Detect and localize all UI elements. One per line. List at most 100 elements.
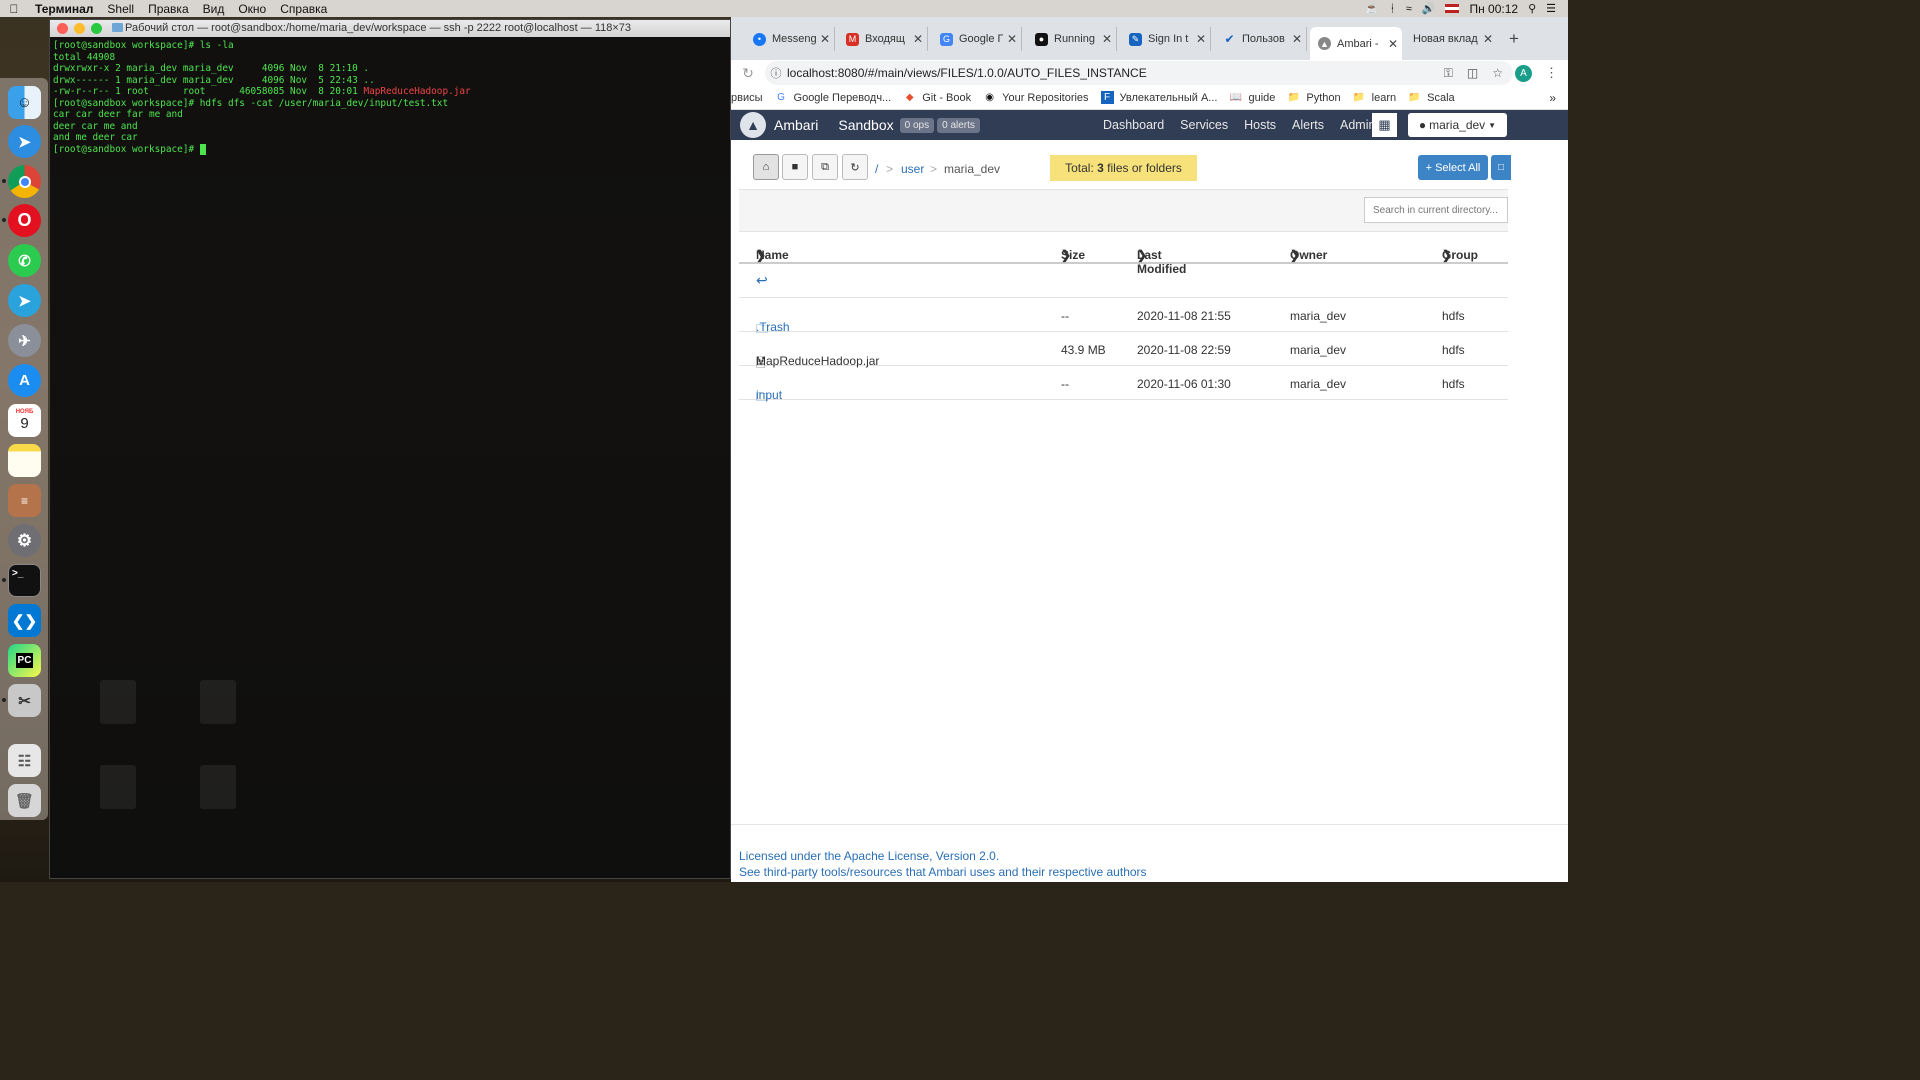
terminal-output[interactable]: [root@sandbox workspace]# ls -la total 44… [50, 37, 730, 158]
apple-icon[interactable]:  [0, 2, 28, 16]
bookmark-star-icon[interactable]: ☆ [1492, 66, 1503, 81]
minimize-window-icon[interactable] [74, 23, 85, 34]
delete-button[interactable]: ■ [782, 154, 808, 180]
terminal-prompt-line[interactable]: [root@sandbox workspace]# [53, 143, 727, 156]
chrome-icon[interactable] [8, 165, 41, 198]
views-grid-icon[interactable]: ▦ [1372, 113, 1397, 137]
site-info-icon[interactable]: ⓘ [765, 65, 787, 81]
nav-hosts[interactable]: Hosts [1244, 118, 1276, 132]
bookmark-fascinating[interactable]: F Увлекательный А... [1100, 91, 1217, 104]
search-icon[interactable]: ⚲ [1528, 2, 1536, 15]
nav-admin[interactable]: Admin [1340, 118, 1375, 132]
user-menu-button[interactable]: ● maria_dev ▼ [1408, 113, 1507, 137]
home-button[interactable]: ⌂ [753, 154, 779, 180]
terminal-titlebar[interactable]: Рабочий стол — root@sandbox:/home/maria_… [50, 20, 730, 37]
ambari-brand[interactable]: Ambari [774, 117, 818, 133]
tab-sign-in[interactable]: ✎ Sign In t ✕ [1121, 27, 1211, 51]
url-field[interactable]: ⓘ localhost:8080/#/main/views/FILES/1.0.… [765, 61, 1513, 85]
bookmarks-overflow-icon[interactable]: » [1549, 91, 1556, 105]
volume-icon[interactable]: 🔊 [1422, 2, 1436, 15]
parent-directory-row[interactable]: ↩ [739, 264, 1508, 298]
close-icon[interactable]: ✕ [909, 32, 927, 46]
table-row[interactable]: 🗎 MapReduceHadoop.jar 43.9 MB 2020-11-08 … [739, 332, 1508, 370]
bookmark-google-translate[interactable]: G Google Переводч... [775, 91, 891, 104]
opera-icon[interactable]: O [8, 204, 41, 237]
translate-icon[interactable]: ◫ [1467, 66, 1478, 81]
new-tab-button[interactable]: + [1509, 29, 1519, 49]
close-icon[interactable]: ✕ [1098, 32, 1116, 46]
tab-messenger[interactable]: • Messeng ✕ [745, 27, 835, 51]
nav-alerts[interactable]: Alerts [1292, 118, 1324, 132]
menu-window[interactable]: Окно [231, 2, 273, 16]
close-icon[interactable]: ✕ [1384, 37, 1402, 51]
tab-running[interactable]: ● Running ✕ [1027, 27, 1117, 51]
menubar-clock[interactable]: Пн 00:12 [1469, 2, 1518, 16]
tab-inbox[interactable]: M Входящ ✕ [838, 27, 928, 51]
breadcrumb-root[interactable]: / [875, 162, 878, 176]
system-preferences-icon[interactable]: ⚙ [8, 524, 41, 557]
finder-icon[interactable]: ☺ [8, 86, 41, 119]
reload-icon[interactable]: ↻ [731, 65, 765, 82]
bookmark-git-book[interactable]: ◆ Git - Book [903, 91, 971, 104]
browser-window[interactable]: • Messeng ✕ M Входящ ✕ G Google П ✕ ● Running ✕ … [731, 17, 1568, 882]
terminal-window[interactable]: Рабочий стол — root@sandbox:/home/maria_… [49, 19, 731, 879]
ops-badge[interactable]: 0 ops [899, 117, 935, 133]
more-menu-icon[interactable]: ⋮ [1545, 65, 1558, 81]
license-link[interactable]: Licensed under the Apache License, Versi… [739, 848, 1147, 864]
vscode-icon[interactable]: ❮❯ [8, 604, 41, 637]
telegram-icon[interactable]: ➤ [8, 284, 41, 317]
menu-app[interactable]: Терминал [28, 2, 100, 16]
tab-users[interactable]: ✔ Пользов ✕ [1215, 27, 1307, 51]
close-window-icon[interactable] [57, 23, 68, 34]
notes-icon[interactable] [8, 444, 41, 477]
cluster-name[interactable]: Sandbox [838, 117, 893, 133]
coffee-icon[interactable]: ☕ [1365, 2, 1379, 15]
zoom-window-icon[interactable] [91, 23, 102, 34]
trash-icon[interactable]: 🗑 [8, 784, 41, 817]
menu-shell[interactable]: Shell [100, 2, 141, 16]
nav-dashboard[interactable]: Dashboard [1103, 118, 1164, 132]
copy-button[interactable]: ⧉ [812, 154, 838, 180]
close-icon[interactable]: ✕ [1288, 32, 1306, 46]
select-all-button[interactable]: + Select All [1418, 155, 1488, 180]
nav-services[interactable]: Services [1180, 118, 1228, 132]
table-row[interactable]: 🗀 input -- 2020-11-06 01:30 maria_dev hdf… [739, 366, 1508, 404]
control-center-icon[interactable]: ☰ [1546, 2, 1556, 15]
close-icon[interactable]: ✕ [1479, 32, 1497, 46]
app-store-icon[interactable]: A [8, 364, 41, 397]
flag-icon[interactable] [1445, 4, 1460, 13]
downloads-stack-icon[interactable]: ☷ [8, 744, 41, 777]
bluetooth-icon[interactable]: ᛂ [1389, 3, 1396, 15]
menu-help[interactable]: Справка [273, 2, 334, 16]
bookmark-learn[interactable]: 📁 learn [1353, 91, 1396, 104]
close-icon[interactable]: ✕ [1192, 32, 1210, 46]
back-arrow-icon[interactable]: ↩ [756, 272, 768, 289]
refresh-button[interactable]: ↻ [842, 154, 868, 180]
calculator-icon[interactable]: ≡ [8, 484, 41, 517]
key-icon[interactable]: ⚿ [1444, 66, 1453, 81]
bookmark-repositories[interactable]: ◉ Your Repositories [983, 91, 1088, 104]
bookmark-services[interactable]: рвисы [731, 92, 763, 104]
whatsapp-icon[interactable]: ✆ [8, 244, 41, 277]
tab-google-translate[interactable]: G Google П ✕ [932, 27, 1022, 51]
launchpad-icon[interactable]: ✈ [8, 324, 41, 357]
terminal-icon[interactable]: >_ [8, 564, 41, 597]
menu-edit[interactable]: Правка [141, 2, 196, 16]
profile-avatar[interactable]: A [1515, 64, 1532, 82]
wifi-icon[interactable]: ≈ [1406, 3, 1412, 15]
bookmark-guide[interactable]: 📖 guide [1229, 91, 1276, 104]
close-icon[interactable]: ✕ [816, 32, 834, 46]
safari-icon[interactable]: ➤ [8, 125, 41, 158]
third-party-link[interactable]: See third-party tools/resources that Amb… [739, 864, 1147, 880]
close-icon[interactable]: ✕ [1003, 32, 1021, 46]
table-row[interactable]: 🗀 .Trash -- 2020-11-08 21:55 maria_dev hd… [739, 298, 1508, 336]
tab-new[interactable]: Новая вклад ✕ [1405, 27, 1497, 51]
new-folder-button[interactable]: □ [1491, 155, 1511, 180]
ambari-logo-icon[interactable]: ▲ [740, 112, 766, 138]
screenshot-tool-icon[interactable]: ✂ [8, 684, 41, 717]
breadcrumb-user[interactable]: user [901, 162, 924, 176]
calendar-icon[interactable]: НОЯБ 9 [8, 404, 41, 437]
alerts-badge[interactable]: 0 alerts [937, 117, 980, 133]
bookmark-scala[interactable]: 📁 Scala [1408, 91, 1454, 104]
tab-ambari[interactable]: ▲ Ambari - ✕ [1310, 27, 1402, 60]
